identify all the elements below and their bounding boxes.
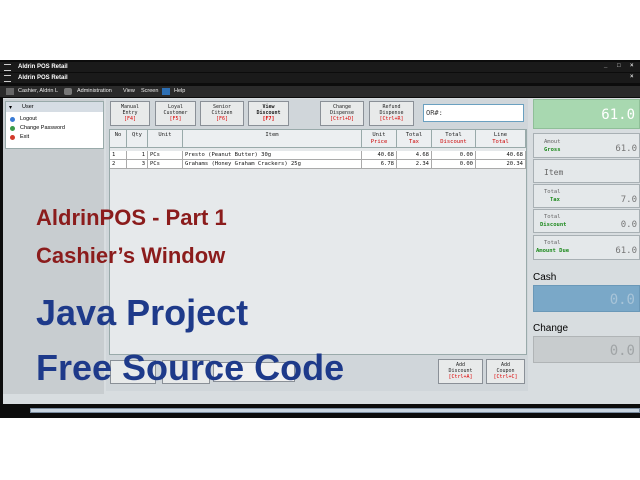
senior-citizen-button[interactable]: Senior Citizen [F6] [200, 101, 244, 126]
col-qty-header: Qty [127, 130, 148, 148]
child-titlebar: Aldrin POS Retail × [0, 73, 640, 83]
menubar: Cashier, Aldrin L Administration View Sc… [0, 86, 640, 97]
overlay-title-line4: Free Source Code [36, 347, 345, 388]
total-value: 61.0 [601, 107, 635, 123]
help-icon [162, 88, 170, 95]
user-panel-header: ▾ User [6, 102, 103, 112]
menu-view[interactable]: View [123, 88, 135, 94]
exit-icon [10, 135, 15, 140]
change-label: Change [533, 323, 569, 334]
main-titlebar: Aldrin POS Retail _ □ × [0, 62, 640, 72]
menu-screen[interactable]: Screen [141, 88, 158, 94]
menu-icon[interactable] [4, 64, 11, 71]
child-title: Aldrin POS Retail [18, 75, 68, 81]
col-item-header: Item [183, 130, 362, 148]
total-display: 61.0 [533, 99, 640, 129]
menu-icon[interactable] [4, 75, 11, 82]
logout-link[interactable]: Logout [20, 116, 37, 122]
close-icon[interactable]: × [630, 63, 634, 69]
col-line-total-header: Line Total [476, 130, 526, 148]
discount-value: 0.0 [620, 220, 637, 230]
refund-dispense-button[interactable]: Refund Dispense [Ctrl+R] [369, 101, 414, 126]
cash-label: Cash [533, 272, 557, 283]
amount-due-box: Total Amount Due 61.0 [533, 235, 640, 260]
collapse-icon[interactable]: ▾ [9, 104, 12, 111]
add-discount-button[interactable]: Add Discount [Ctrl+A] [438, 359, 483, 384]
col-unit-price-header: Unit Price [362, 130, 397, 148]
tax-value: 7.0 [620, 195, 637, 205]
col-no-header: No [110, 130, 127, 148]
horizontal-scrollbar[interactable] [30, 408, 640, 413]
main-title: Aldrin POS Retail [18, 64, 68, 70]
change-display: 0.0 [533, 336, 640, 363]
col-total-tax-header: Total Tax [397, 130, 432, 148]
add-coupon-button[interactable]: Add Coupon [Ctrl+C] [486, 359, 525, 384]
change-password-link[interactable]: Change Password [20, 125, 65, 131]
or-number-input[interactable]: OR#: [423, 104, 524, 122]
exit-link[interactable]: Exit [20, 134, 29, 140]
overlay-title-line3: Java Project [36, 292, 249, 333]
discount-box: Total Discount 0.0 [533, 209, 640, 233]
change-dispense-button[interactable]: Change Dispense [Ctrl+D] [320, 101, 364, 126]
menu-administration[interactable]: Administration [77, 88, 112, 94]
cashier-label: Cashier, Aldrin L [18, 88, 59, 94]
user-panel: ▾ User Logout Change Password Exit [5, 101, 104, 149]
tax-box: Total Tax 7.0 [533, 184, 640, 208]
overlay-title-line2: Cashier’s Window [36, 243, 226, 268]
maximize-icon[interactable]: □ [617, 63, 621, 69]
logout-icon [10, 117, 15, 122]
gross-box: Amout Gross 61.0 [533, 133, 640, 158]
menu-help[interactable]: Help [174, 88, 185, 94]
close-icon[interactable]: × [630, 74, 634, 80]
gross-value: 61.0 [615, 144, 637, 154]
col-total-discount-header: Total Discount [432, 130, 476, 148]
item-box: Item [533, 159, 640, 183]
manual-entry-button[interactable]: Manual Entry [F4] [110, 101, 150, 126]
cash-input[interactable]: 0.0 [533, 285, 640, 312]
overlay-title-line1: AldrinPOS - Part 1 [36, 205, 227, 230]
admin-icon [64, 88, 72, 95]
loyal-customer-button[interactable]: Loyal Customer [F5] [155, 101, 196, 126]
user-icon [6, 88, 14, 95]
minimize-icon[interactable]: _ [604, 63, 607, 69]
password-icon [10, 126, 15, 131]
col-unit-header: Unit [148, 130, 183, 148]
user-panel-title: User [22, 104, 34, 110]
amount-due-value: 61.0 [615, 246, 637, 256]
view-discount-button[interactable]: View Discount [F7] [248, 101, 289, 126]
